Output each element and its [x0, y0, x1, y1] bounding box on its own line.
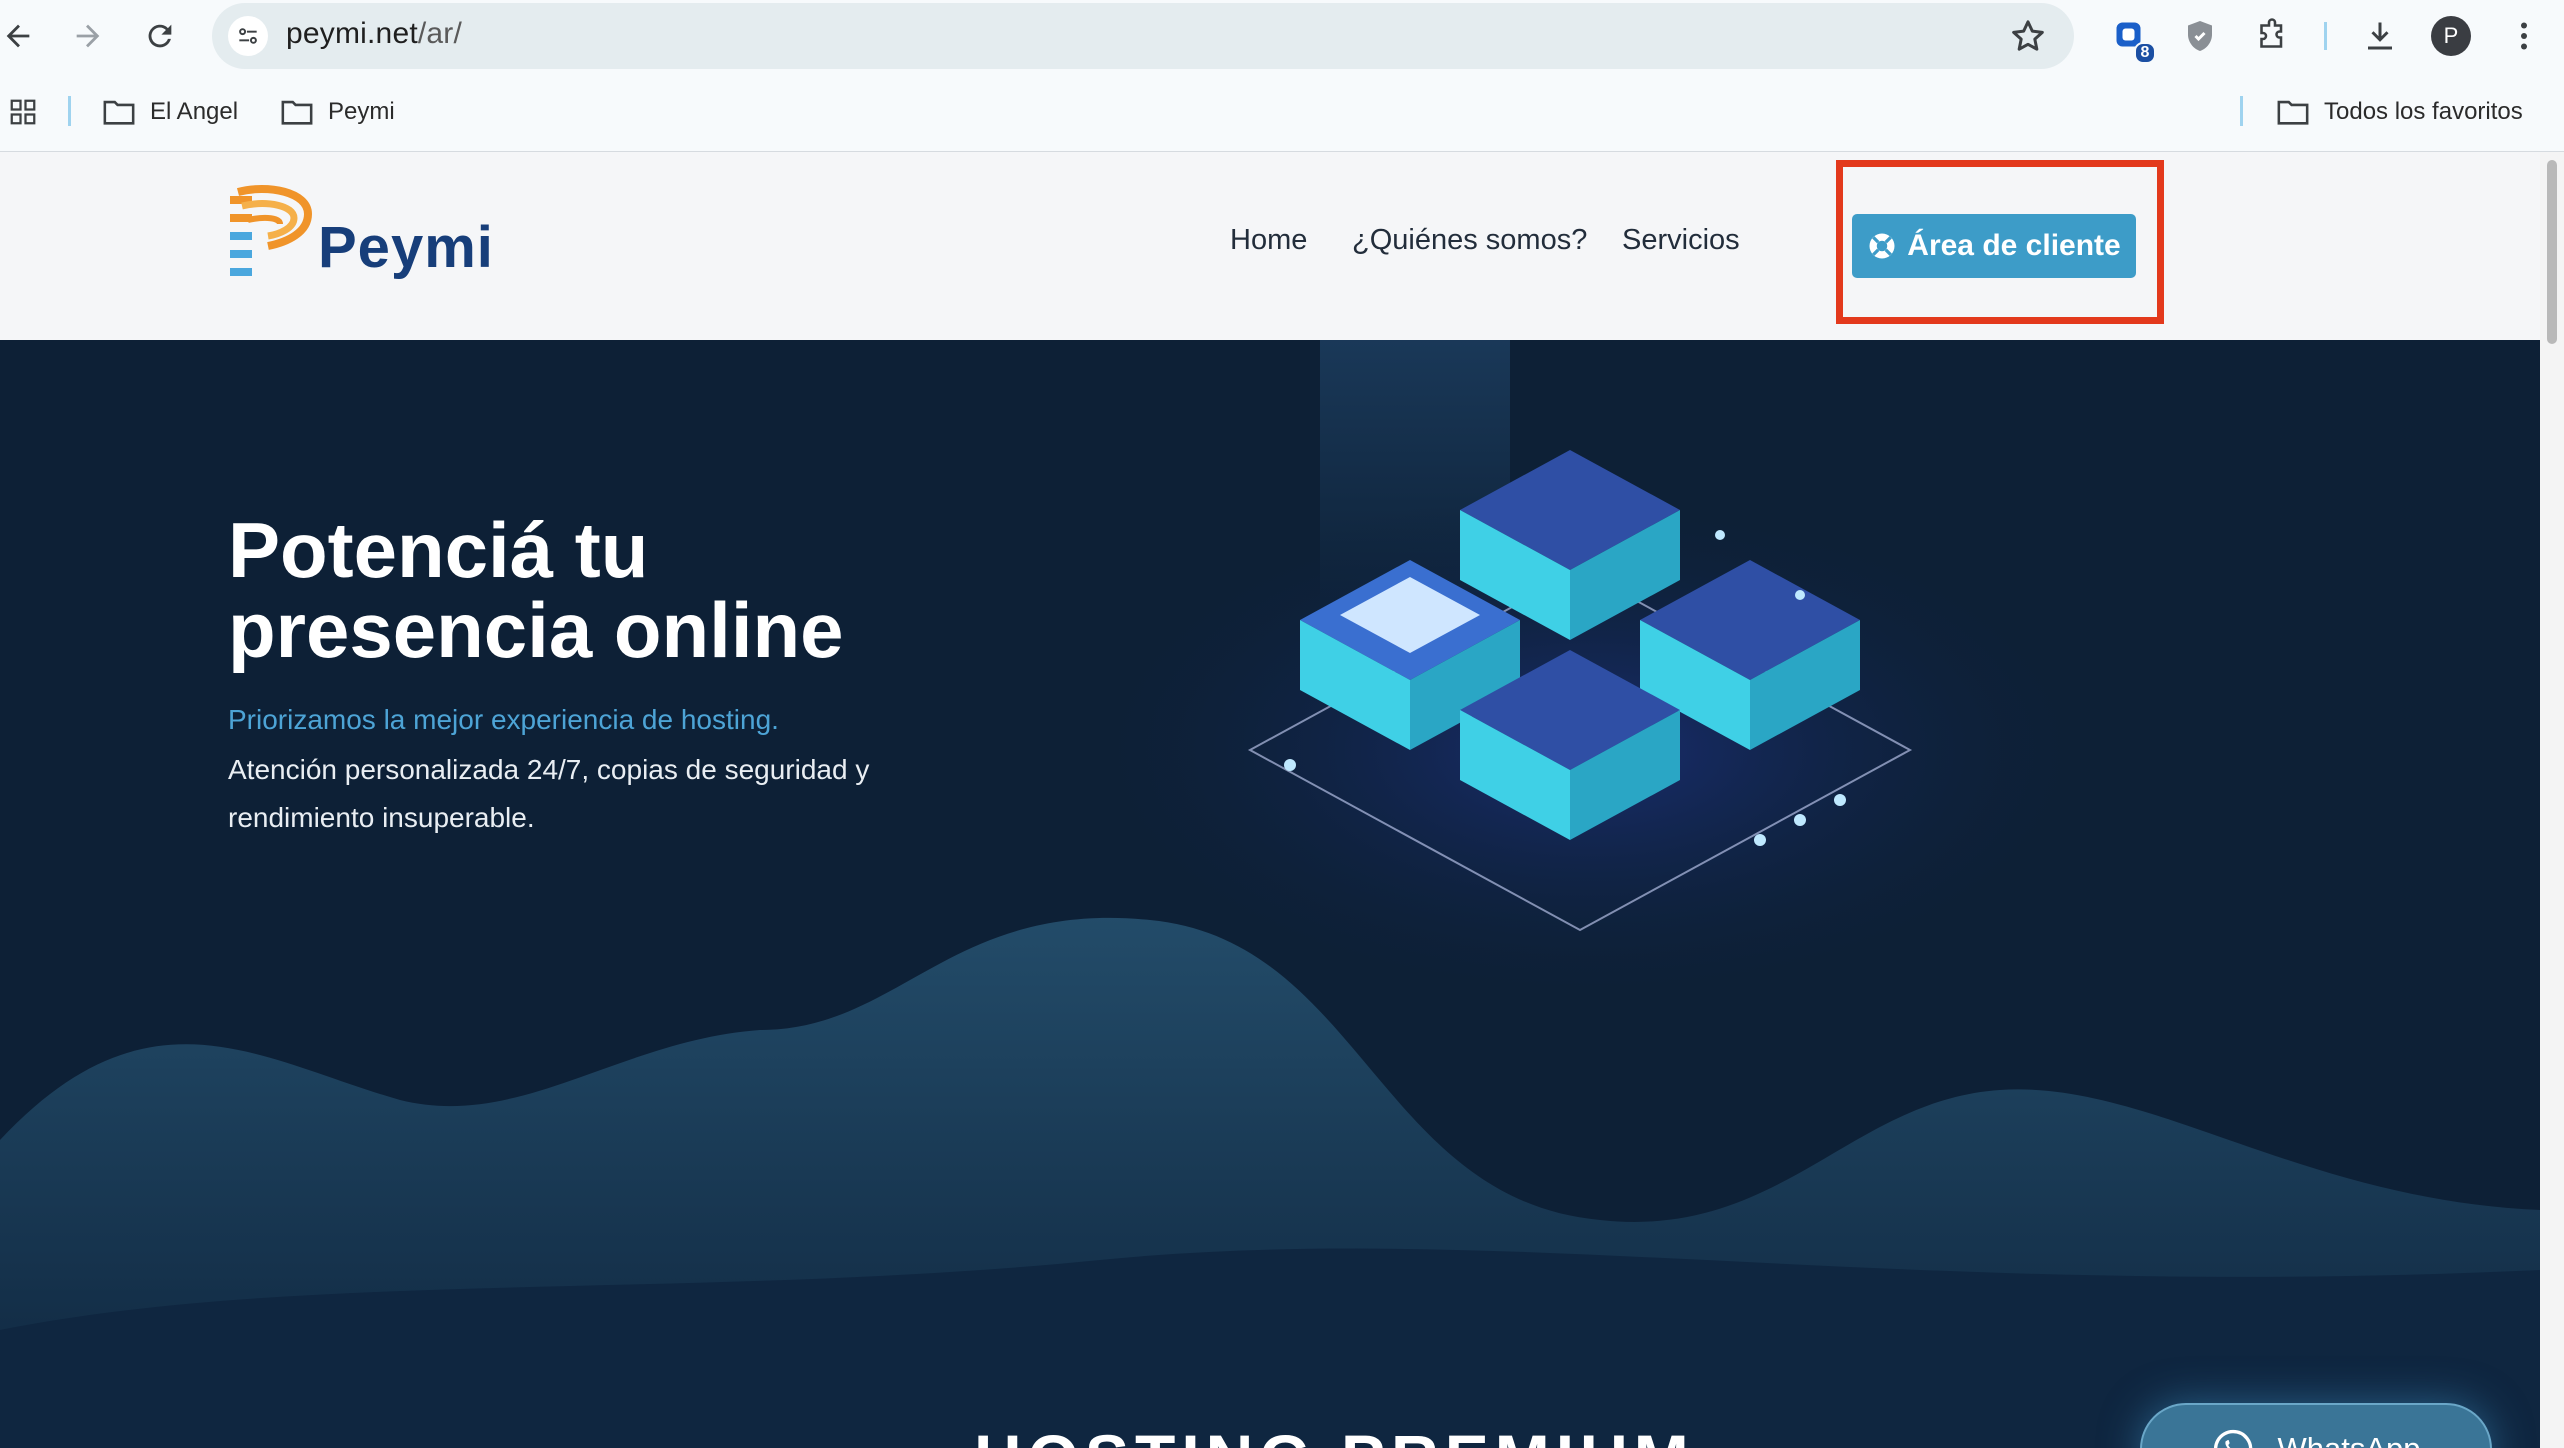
url-text[interactable]: peymi.net/ar/: [286, 17, 462, 51]
bookmark-label: Peymi: [328, 98, 395, 125]
section-heading: HOSTING PREMIUM: [974, 1420, 1695, 1448]
page-scrollbar[interactable]: [2540, 152, 2564, 1448]
folder-icon: [103, 100, 135, 125]
more-vert-icon: [2521, 22, 2527, 50]
extension-badge: 8: [2134, 42, 2156, 64]
bookmarks-divider: [68, 96, 71, 126]
whatsapp-icon: [2214, 1429, 2253, 1448]
nav-link-servicios[interactable]: Servicios: [1622, 224, 1740, 257]
address-bar[interactable]: peymi.net/ar/: [212, 3, 2074, 69]
hero-tagline: Priorizamos la mejor experiencia de host…: [228, 704, 779, 735]
hero-title-line-1: Potenciá tu: [228, 506, 649, 594]
back-button[interactable]: [0, 12, 42, 60]
extension-button-2[interactable]: [2178, 14, 2222, 58]
shield-icon: [2188, 21, 2212, 51]
extensions-menu-button[interactable]: [2250, 14, 2294, 58]
bookmark-star-icon[interactable]: [2008, 16, 2048, 56]
arrow-left-icon: [6, 24, 30, 48]
extension-button-1[interactable]: 8: [2108, 14, 2156, 64]
puzzle-icon: [2260, 18, 2283, 48]
scrollbar-thumb[interactable]: [2547, 160, 2557, 344]
hero-section: Potenciá tu presencia online Priorizamos…: [0, 340, 2540, 1448]
bookmarks-divider: [2240, 96, 2243, 126]
nav-link-quienes-somos[interactable]: ¿Quiénes somos?: [1352, 224, 1587, 257]
download-icon: [2368, 22, 2392, 50]
site-header: Peymi Home ¿Quiénes somos? Servicios Áre…: [0, 152, 2540, 340]
annotation-highlight-box: [1836, 160, 2164, 324]
server-illustration: [1247, 450, 1913, 932]
whatsapp-button[interactable]: WhatsApp: [2140, 1403, 2492, 1448]
reload-button[interactable]: [136, 12, 184, 60]
apps-grid-icon: [10, 99, 36, 125]
apps-button[interactable]: [6, 93, 40, 131]
toolbar-divider: [2324, 22, 2327, 50]
folder-icon: [2277, 100, 2309, 125]
logo-wordmark[interactable]: Peymi: [318, 214, 494, 281]
bookmark-folder-el-angel[interactable]: El Angel: [102, 93, 238, 131]
hero-description: Atención personalizada 24/7, copias de s…: [228, 754, 870, 833]
reload-icon: [148, 24, 172, 48]
bookmark-folder-peymi[interactable]: Peymi: [280, 93, 395, 131]
site-settings-icon[interactable]: [228, 16, 268, 56]
bookmarks-bar: El Angel Peymi Todos los favoritos: [0, 72, 2564, 152]
all-bookmarks-label: Todos los favoritos: [2324, 98, 2523, 125]
web-page: Peymi Home ¿Quiénes somos? Servicios Áre…: [0, 152, 2540, 1448]
nav-link-home[interactable]: Home: [1230, 224, 1307, 257]
arrow-right-icon: [76, 24, 100, 48]
downloads-button[interactable]: [2358, 14, 2402, 58]
all-bookmarks-folder[interactable]: Todos los favoritos: [2276, 93, 2523, 131]
url-path: /ar/: [417, 17, 463, 50]
profile-avatar[interactable]: P: [2431, 16, 2471, 56]
browser-toolbar: peymi.net/ar/ 8 P: [0, 0, 2564, 72]
url-host: peymi.net: [286, 17, 418, 50]
hero-title-line-2: presencia online: [228, 586, 844, 674]
folder-icon: [281, 100, 313, 125]
browser-menu-button[interactable]: [2502, 14, 2546, 58]
whatsapp-label: WhatsApp: [2277, 1431, 2420, 1448]
hero-title: Potenciá tu presencia online: [228, 510, 1128, 670]
bookmark-label: El Angel: [150, 98, 239, 125]
forward-button[interactable]: [64, 12, 112, 60]
